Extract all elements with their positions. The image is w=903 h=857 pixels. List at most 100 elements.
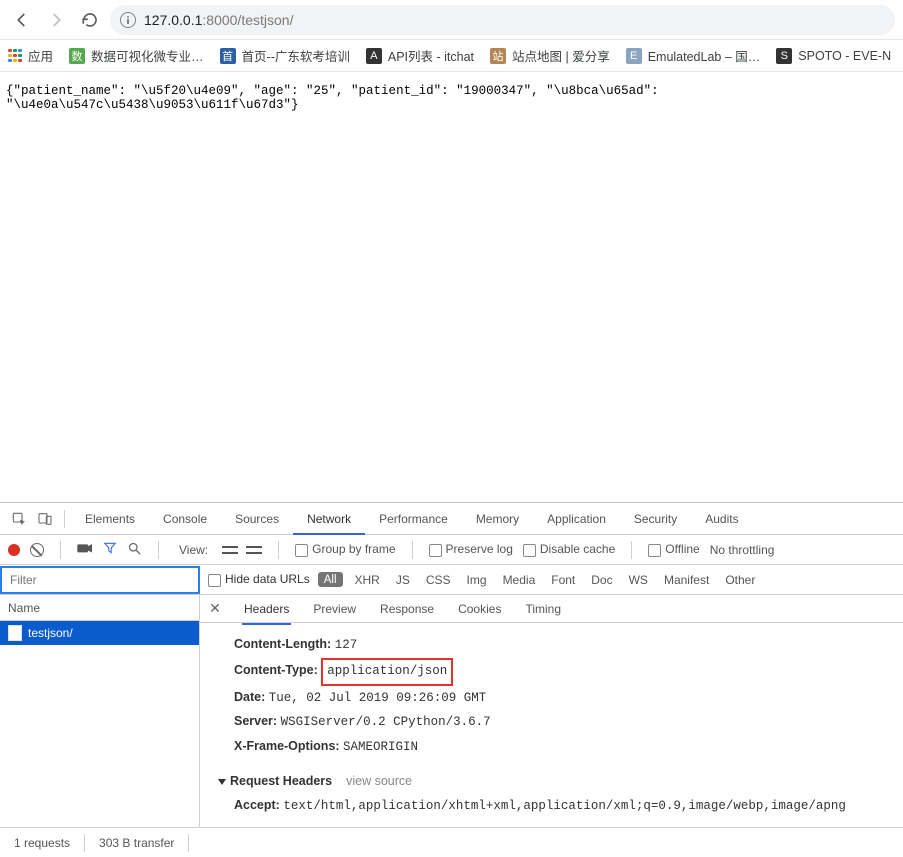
bookmark-item[interactable]: 站站点地图 | 爱分享 [490,46,610,65]
devtools-tab-elements[interactable]: Elements [71,503,149,534]
devtools-panel: ElementsConsoleSourcesNetworkPerformance… [0,502,903,857]
filter-type-css[interactable]: CSS [422,573,455,587]
favicon: E [626,48,642,64]
chevron-down-icon[interactable] [218,779,226,785]
devtools-tab-network[interactable]: Network [293,503,365,534]
devtools-tab-console[interactable]: Console [149,503,221,534]
reload-button[interactable] [76,6,104,34]
file-icon [8,625,22,641]
favicon: 首 [220,48,236,64]
hdr-val: SAMEORIGIN [343,740,418,754]
hdr-val: WSGIServer/0.2 CPython/3.6.7 [281,715,491,729]
status-transfer: 303 B transfer [85,836,188,850]
screenshot-icon[interactable] [77,541,93,558]
network-toolbar: View: Group by frame Preserve log Disabl… [0,535,903,565]
detail-tab-headers[interactable]: Headers [242,599,291,619]
devtools-tab-application[interactable]: Application [533,503,620,534]
filter-type-manifest[interactable]: Manifest [660,573,713,587]
response-header-line: X-Frame-Options: SAMEORIGIN [218,735,885,760]
devtools-tab-memory[interactable]: Memory [462,503,533,534]
bookmark-item[interactable]: A API列表 - itchat [366,46,474,65]
hdr-key: Content-Type: [234,663,318,677]
devtools-tab-performance[interactable]: Performance [365,503,462,534]
inspect-element-icon[interactable] [6,506,32,532]
forward-button[interactable] [42,6,70,34]
detail-tab-cookies[interactable]: Cookies [456,599,503,619]
filter-type-doc[interactable]: Doc [587,573,616,587]
bookmarks-bar: 应用 数数据可视化微专业… 首首页--广东软考培训 A API列表 - itchat 站… [0,40,903,72]
filter-type-xhr[interactable]: XHR [351,573,384,587]
filter-icon[interactable] [103,541,117,558]
bookmark-label: 首页--广东软考培训 [242,46,350,65]
bookmark-label: API列表 - itchat [388,46,474,65]
response-header-line: Server: WSGIServer/0.2 CPython/3.6.7 [218,710,885,735]
bookmark-item[interactable]: 数数据可视化微专业… [69,46,204,65]
filter-type-ws[interactable]: WS [625,573,652,587]
hdr-key: Date: [234,690,265,704]
record-icon[interactable] [8,544,20,556]
bookmark-item[interactable]: E EmulatedLab – 国… [626,46,761,65]
status-requests: 1 requests [0,836,84,850]
view-label: View: [179,543,208,557]
detail-tabs: ✕ Headers Preview Response Cookies Timing [200,595,903,623]
devtools-tab-audits[interactable]: Audits [691,503,752,534]
bookmark-label: 数据可视化微专业… [91,46,204,65]
detail-tab-timing[interactable]: Timing [523,599,563,619]
page-body: {"patient_name": "\u5f20\u4e09", "age": … [0,72,903,502]
devtools-main-tabs: ElementsConsoleSourcesNetworkPerformance… [71,503,753,534]
devtools-tab-sources[interactable]: Sources [221,503,293,534]
filter-type-other[interactable]: Other [721,573,759,587]
address-bar[interactable]: 127.0.0.1:8000/testjson/ [110,5,895,35]
disable-cache-checkbox[interactable]: Disable cache [523,542,615,556]
network-filter-row: Hide data URLs All XHR JS CSS Img Media … [0,565,903,595]
filter-type-media[interactable]: Media [499,573,540,587]
view-source-link[interactable]: view source [346,770,412,794]
clear-icon[interactable] [30,543,44,557]
filter-all-pill[interactable]: All [318,572,343,587]
preserve-log-checkbox[interactable]: Preserve log [429,542,513,556]
device-toolbar-icon[interactable] [32,506,58,532]
hdr-val: 127 [335,638,358,652]
devtools-tab-security[interactable]: Security [620,503,691,534]
view-modes[interactable] [222,544,262,556]
hdr-key-accept: Accept: [234,798,280,812]
detail-tab-response[interactable]: Response [378,599,436,619]
hdr-key: Server: [234,714,277,728]
hdr-val: Tue, 02 Jul 2019 09:26:09 GMT [269,691,487,705]
favicon: A [366,48,382,64]
network-split: Name testjson/ ✕ Headers Preview Response C… [0,595,903,827]
favicon: 站 [490,48,506,64]
hdr-val: application/json [321,658,453,686]
filter-input[interactable] [0,566,200,594]
hdr-key: Content-Length: [234,637,331,651]
browser-toolbar: 127.0.0.1:8000/testjson/ [0,0,903,40]
request-detail-pane: ✕ Headers Preview Response Cookies Timing Co… [200,595,903,827]
request-row[interactable]: testjson/ [0,621,199,645]
bookmark-item[interactable]: 首首页--广东软考培训 [220,46,350,65]
filter-type-font[interactable]: Font [547,573,579,587]
hide-data-urls-checkbox[interactable]: Hide data URLs [208,572,310,586]
detail-tab-preview[interactable]: Preview [311,599,358,619]
offline-checkbox[interactable]: Offline [648,542,699,556]
group-by-frame-checkbox[interactable]: Group by frame [295,542,395,556]
filter-type-img[interactable]: Img [463,573,491,587]
hdr-key: X-Frame-Options: [234,739,340,753]
headers-area: Content-Length: 127 Content-Type: applica… [200,623,903,827]
close-icon[interactable]: ✕ [208,602,222,616]
request-headers-title: Request Headers [230,774,332,788]
throttling-select[interactable]: No throttling [710,543,775,557]
json-response-text: {"patient_name": "\u5f20\u4e09", "age": … [6,84,659,112]
favicon: S [776,48,792,64]
apps-button[interactable]: 应用 [8,46,53,65]
back-button[interactable] [8,6,36,34]
bookmark-label: EmulatedLab – 国… [648,46,761,65]
network-status-bar: 1 requests 303 B transfer [0,827,903,857]
apps-label: 应用 [28,46,53,65]
request-list-header: Name [0,595,199,621]
search-icon[interactable] [127,541,142,559]
bookmark-item[interactable]: S SPOTO - EVE-N [776,48,891,64]
bookmark-label: SPOTO - EVE-N [798,49,891,63]
site-info-icon[interactable] [120,12,136,28]
filter-type-js[interactable]: JS [392,573,414,587]
devtools-top-bar: ElementsConsoleSourcesNetworkPerformance… [0,503,903,535]
